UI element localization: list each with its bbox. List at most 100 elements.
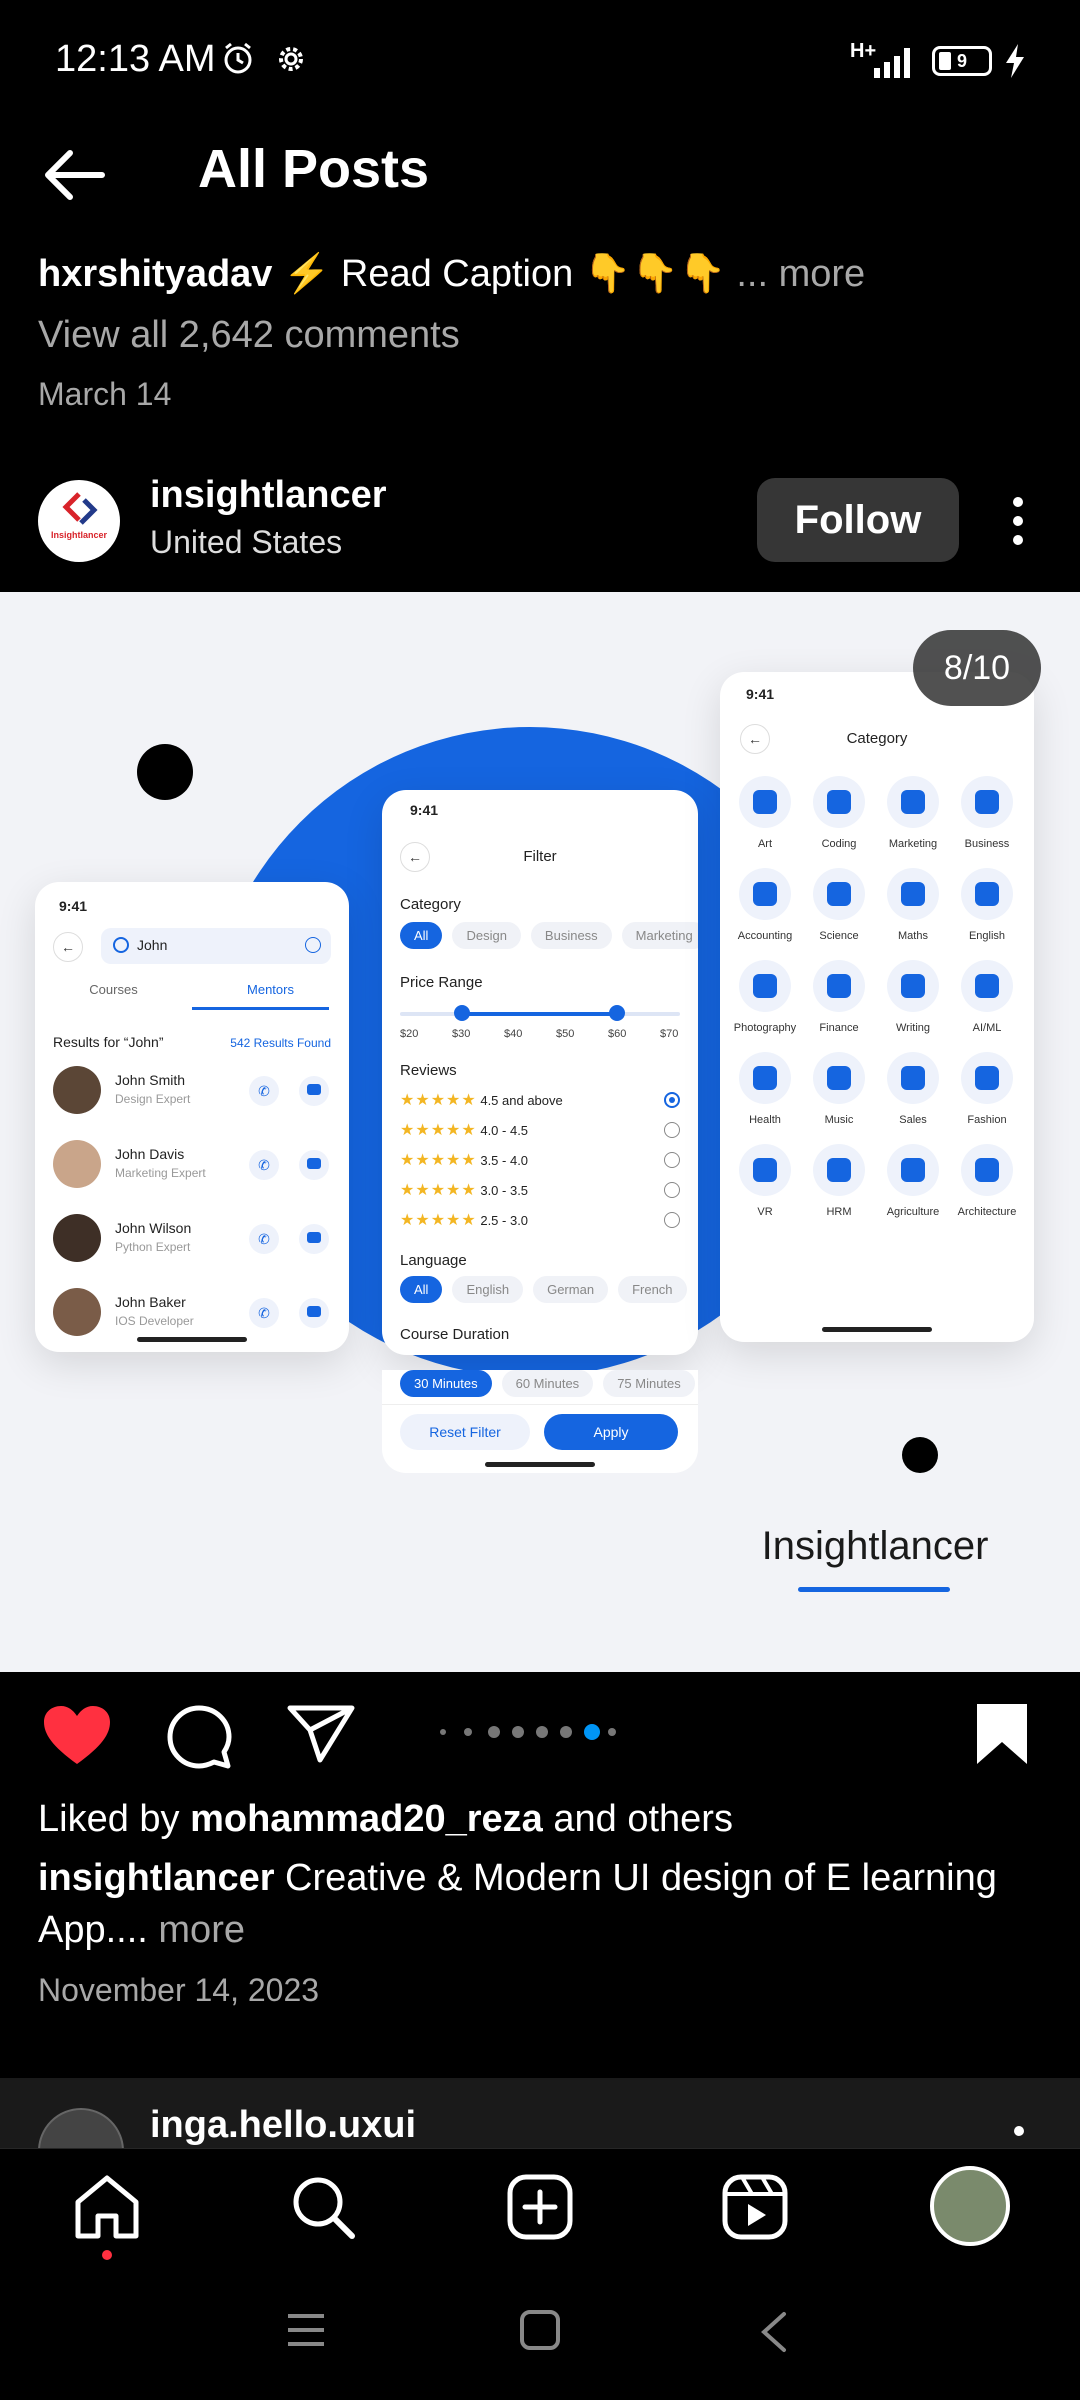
search-icon[interactable]: [288, 2172, 358, 2242]
pill-english: English: [452, 1276, 524, 1303]
category-item: Architecture: [952, 1144, 1022, 1218]
liked-by-user[interactable]: mohammad20_reza: [190, 1798, 543, 1840]
previous-post-date: March 14: [38, 376, 172, 412]
divider: [382, 1404, 698, 1405]
more-options-icon[interactable]: [1000, 496, 1036, 546]
mentor-name: John Smith: [115, 1072, 186, 1088]
price-slider-handle-min: [454, 1005, 470, 1021]
category-label: Sales: [899, 1114, 927, 1126]
pill-french: French: [618, 1276, 687, 1303]
phone-mockup-mentors: 9:41 ← John Courses Mentors Results for …: [35, 882, 349, 1352]
svg-text:Insightlancer: Insightlancer: [51, 530, 108, 540]
share-icon[interactable]: [286, 1704, 356, 1764]
category-label: VR: [757, 1206, 773, 1218]
review-option: ★★★★★ 3.5 - 4.0: [400, 1150, 680, 1174]
category-label: Maths: [898, 930, 928, 942]
review-label: 3.5 - 4.0: [480, 1153, 529, 1168]
category-item: VR: [730, 1144, 800, 1218]
home-notification-dot: [102, 2250, 112, 2260]
category-icon: [887, 1052, 939, 1104]
review-label: 4.5 and above: [480, 1093, 563, 1108]
category-label: Science: [819, 930, 859, 942]
category-item: Accounting: [730, 868, 800, 942]
pill-all: All: [400, 1276, 443, 1303]
mentor-name: John Wilson: [115, 1220, 192, 1236]
phone-mockup-category: 9:41 ← Category Art Coding Marketing Busine…: [720, 672, 1034, 1342]
reset-filter-button: Reset Filter: [400, 1414, 530, 1450]
language-pills: All English German French: [400, 1276, 697, 1303]
category-label: Accounting: [737, 930, 793, 942]
view-comments-link[interactable]: View all 2,642 comments: [38, 314, 460, 357]
back-icon: ←: [53, 932, 83, 962]
price-range-label: Price Range: [400, 974, 483, 991]
search-value: John: [137, 937, 168, 953]
caption-more-link[interactable]: more: [148, 1909, 245, 1951]
category-item: Agriculture: [878, 1144, 948, 1218]
stars-icon: ★★★★★: [400, 1152, 477, 1169]
previous-caption[interactable]: hxrshityadav ⚡ Read Caption 👇👇👇 ... more: [38, 252, 865, 296]
carousel-dots: [440, 1722, 640, 1742]
home-icon[interactable]: [72, 2172, 142, 2242]
post-image[interactable]: 9:41 ← John Courses Mentors Results for …: [0, 592, 1080, 1672]
reels-icon[interactable]: [720, 2172, 790, 2242]
price-tick-label: $30: [452, 1028, 471, 1040]
category-icon: [961, 868, 1013, 920]
category-icon: [813, 1052, 865, 1104]
back-arrow-icon[interactable]: [40, 145, 110, 205]
charging-icon: [1006, 44, 1024, 78]
next-post-avatar[interactable]: [38, 2108, 124, 2148]
next-post-username[interactable]: inga.hello.uxui: [150, 2104, 416, 2147]
search-icon: [113, 937, 129, 953]
category-icon: [739, 868, 791, 920]
more-options-icon[interactable]: [1014, 2126, 1024, 2136]
pill-all: All: [400, 922, 443, 949]
previous-more-link[interactable]: ... more: [736, 253, 865, 295]
heart-icon[interactable]: [42, 1704, 112, 1768]
review-option: ★★★★★ 4.5 and above: [400, 1090, 680, 1114]
caption-username[interactable]: insightlancer: [38, 1857, 275, 1899]
stars-icon: ★★★★★: [400, 1212, 477, 1229]
chat-icon: [299, 1298, 329, 1328]
follow-button[interactable]: Follow: [757, 478, 959, 562]
category-icon: [887, 776, 939, 828]
radio-button: [664, 1182, 680, 1198]
stars-icon: ★★★★★: [400, 1092, 477, 1109]
previous-username[interactable]: hxrshityadav: [38, 253, 272, 295]
category-label: Marketing: [888, 838, 938, 850]
carousel-dot: [536, 1726, 548, 1738]
post-caption[interactable]: insightlancer Creative & Modern UI desig…: [38, 1852, 1048, 1956]
phone-mockup-filter: 9:41 ← Filter Category All Design Business…: [382, 790, 698, 1355]
back-button-icon[interactable]: [756, 2310, 792, 2354]
results-count: 542 Results Found: [230, 1036, 331, 1050]
home-indicator: [822, 1327, 932, 1332]
signal-icon: [874, 48, 910, 78]
liked-by[interactable]: Liked by mohammad20_reza and others: [38, 1798, 733, 1841]
liked-by-suffix: and others: [542, 1798, 733, 1840]
phone-icon: ✆: [249, 1224, 279, 1254]
price-tick-label: $20: [400, 1028, 419, 1040]
profile-avatar[interactable]: [930, 2166, 1010, 2246]
post-author-avatar[interactable]: Insightlancer: [38, 480, 120, 562]
category-item: Coding: [804, 776, 874, 850]
tab-mentors: Mentors: [247, 982, 294, 997]
comment-icon[interactable]: [166, 1704, 232, 1770]
category-label: Music: [824, 1114, 854, 1126]
recent-apps-icon[interactable]: [284, 2310, 328, 2350]
phone-icon: ✆: [249, 1150, 279, 1180]
create-post-icon[interactable]: [505, 2172, 575, 2242]
mentor-role: Python Expert: [115, 1240, 191, 1254]
category-icon: [961, 960, 1013, 1012]
carousel-dot: [440, 1729, 446, 1735]
bookmark-icon[interactable]: [975, 1702, 1029, 1766]
post-location[interactable]: United States: [150, 524, 342, 561]
mentor-row: John Davis Marketing Expert ✆: [53, 1140, 333, 1200]
category-item: HRM: [804, 1144, 874, 1218]
status-time: 12:13 AM: [55, 38, 216, 80]
insightlancer-logo: Insightlancer: [51, 492, 108, 540]
post-username[interactable]: insightlancer: [150, 474, 387, 517]
category-item: Fashion: [952, 1052, 1022, 1126]
category-label: Art: [757, 838, 773, 850]
category-item: Writing: [878, 960, 948, 1034]
home-button-icon[interactable]: [518, 2310, 562, 2350]
category-label: Finance: [819, 1022, 859, 1034]
